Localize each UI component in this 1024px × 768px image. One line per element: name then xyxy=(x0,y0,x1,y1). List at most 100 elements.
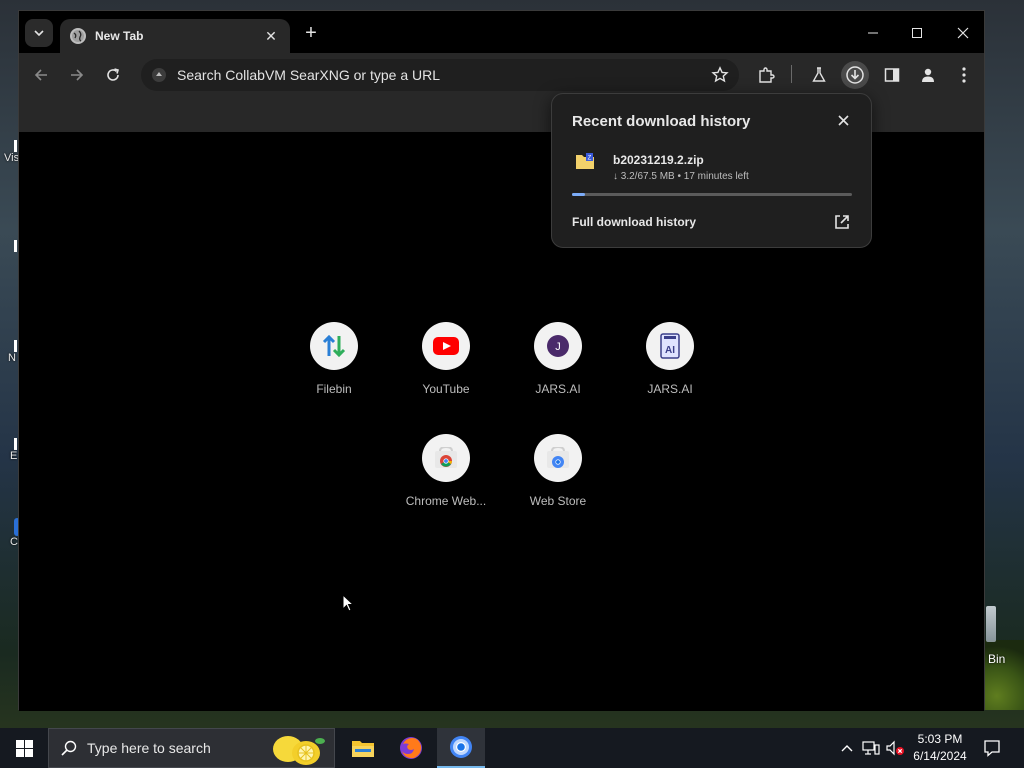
shortcut-chrome-web-store[interactable]: Chrome Web... xyxy=(390,418,502,530)
zip-file-icon: Z xyxy=(576,153,594,169)
web-store-icon xyxy=(534,434,582,482)
reload-button[interactable] xyxy=(99,63,127,87)
open-in-new-icon[interactable] xyxy=(833,213,851,231)
tray-overflow-button[interactable] xyxy=(838,728,856,768)
chrome-web-store-icon xyxy=(422,434,470,482)
forward-button[interactable] xyxy=(63,63,91,87)
taskbar: Type here to search 5:03 PM 6/14/2024 xyxy=(0,728,1024,768)
star-icon[interactable] xyxy=(711,66,729,84)
close-window-button[interactable] xyxy=(943,19,983,47)
svg-text:Z: Z xyxy=(588,156,592,162)
new-tab-button[interactable]: + xyxy=(299,22,323,46)
desktop-fragment-label: E xyxy=(10,450,18,462)
tray-volume[interactable] xyxy=(884,728,906,768)
puzzle-icon xyxy=(759,67,775,83)
side-panel-icon xyxy=(884,68,900,82)
omnibox-placeholder: Search CollabVM SearXNG or type a URL xyxy=(177,67,440,83)
mouse-cursor-icon xyxy=(342,594,354,612)
svg-text:J: J xyxy=(555,341,561,353)
download-progress-bar xyxy=(572,193,852,196)
taskbar-firefox[interactable] xyxy=(387,728,435,768)
desktop-icon-fragment-5[interactable]: C xyxy=(0,518,20,548)
labs-button[interactable] xyxy=(807,63,831,87)
recycle-bin-label: Bin xyxy=(988,652,1006,666)
profile-button[interactable] xyxy=(916,63,940,87)
tab-strip: New Tab ✕ + xyxy=(19,11,984,53)
shortcut-label: Filebin xyxy=(316,382,352,396)
tab-title: New Tab xyxy=(95,29,144,43)
desktop-fragment-label: N xyxy=(8,352,16,364)
arrow-right-icon xyxy=(71,69,84,81)
shortcut-jars-ai-2[interactable]: AI JARS.AI xyxy=(614,306,726,418)
taskbar-file-explorer[interactable] xyxy=(339,728,387,768)
taskbar-clock[interactable]: 5:03 PM 6/14/2024 xyxy=(906,731,974,765)
start-button[interactable] xyxy=(0,728,48,768)
action-center-button[interactable] xyxy=(978,728,1006,768)
shortcut-label: JARS.AI xyxy=(535,382,581,396)
taskbar-chrome[interactable] xyxy=(437,728,485,768)
flask-icon xyxy=(812,67,826,82)
download-filename[interactable]: b20231219.2.zip xyxy=(613,153,704,167)
desktop-icon-fragment-3[interactable]: N xyxy=(0,340,20,364)
shortcut-jars-ai-1[interactable]: J JARS.AI xyxy=(502,306,614,418)
back-button[interactable] xyxy=(27,63,55,87)
toolbar-divider xyxy=(791,65,792,83)
clock-date: 6/14/2024 xyxy=(913,749,967,763)
download-bubble-title: Recent download history xyxy=(572,113,751,130)
search-icon xyxy=(61,740,77,756)
download-progress-fill xyxy=(572,193,586,196)
omnibox[interactable]: Search CollabVM SearXNG or type a URL xyxy=(141,59,739,91)
tab-close-icon[interactable]: ✕ xyxy=(262,28,280,45)
download-icon xyxy=(846,66,864,84)
tray-network[interactable] xyxy=(860,728,882,768)
shortcut-youtube[interactable]: YouTube xyxy=(390,306,502,418)
lemon-highlight-icon xyxy=(273,736,325,765)
maximize-icon xyxy=(912,28,922,38)
download-bubble-close-button[interactable] xyxy=(833,110,853,130)
close-icon xyxy=(957,27,969,39)
extensions-button[interactable] xyxy=(754,63,778,87)
minimize-button[interactable] xyxy=(853,19,893,47)
volume-muted-icon xyxy=(886,740,904,756)
desktop-icon-fragment-2[interactable] xyxy=(0,240,20,252)
shortcut-web-store[interactable]: Web Store xyxy=(502,418,614,530)
downloads-button[interactable] xyxy=(841,61,869,89)
kebab-menu-icon xyxy=(962,67,966,83)
desktop-icon-fragment-1[interactable]: Vis xyxy=(0,140,20,164)
arrow-left-icon xyxy=(34,69,47,81)
shortcut-label: Web Store xyxy=(529,494,587,508)
recycle-bin-icon[interactable] xyxy=(986,606,996,642)
download-bubble: Recent download history Z b20231219.2.zi… xyxy=(551,93,872,248)
updown-arrows-icon xyxy=(310,322,358,370)
side-panel-button[interactable] xyxy=(880,63,904,87)
notification-icon xyxy=(984,740,1000,757)
chevron-down-icon xyxy=(34,30,44,36)
menu-button[interactable] xyxy=(952,63,976,87)
svg-text:AI: AI xyxy=(665,345,675,356)
windows-logo-icon xyxy=(15,739,33,757)
globe-icon xyxy=(70,28,86,44)
desktop-icon-fragment-4[interactable]: E xyxy=(0,438,20,462)
taskbar-search-box[interactable]: Type here to search xyxy=(48,728,335,768)
close-icon xyxy=(837,114,849,126)
maximize-button[interactable] xyxy=(897,19,937,47)
taskbar-search-placeholder: Type here to search xyxy=(87,740,211,756)
clock-time: 5:03 PM xyxy=(917,732,963,746)
shortcut-filebin[interactable]: Filebin xyxy=(278,306,390,418)
desktop-fragment-label: Vis xyxy=(4,152,20,164)
download-status: ↓ 3.2/67.5 MB • 17 minutes left xyxy=(613,171,749,182)
tab-search-button[interactable] xyxy=(25,19,53,47)
firefox-icon xyxy=(400,737,422,759)
person-icon xyxy=(922,68,934,82)
full-download-history-link[interactable]: Full download history xyxy=(572,215,696,229)
tab-new-tab[interactable]: New Tab ✕ xyxy=(60,19,290,53)
jars-ai-icon: AI xyxy=(646,322,694,370)
youtube-icon xyxy=(422,322,470,370)
chevron-up-icon xyxy=(841,745,853,752)
chrome-icon xyxy=(450,736,472,758)
shortcut-label: Chrome Web... xyxy=(405,494,487,508)
folder-icon xyxy=(352,741,374,757)
browser-window: New Tab ✕ + Search CollabVM SearXNG or t… xyxy=(18,10,985,711)
shortcut-label: YouTube xyxy=(422,382,470,396)
jars-j-icon: J xyxy=(534,322,582,370)
